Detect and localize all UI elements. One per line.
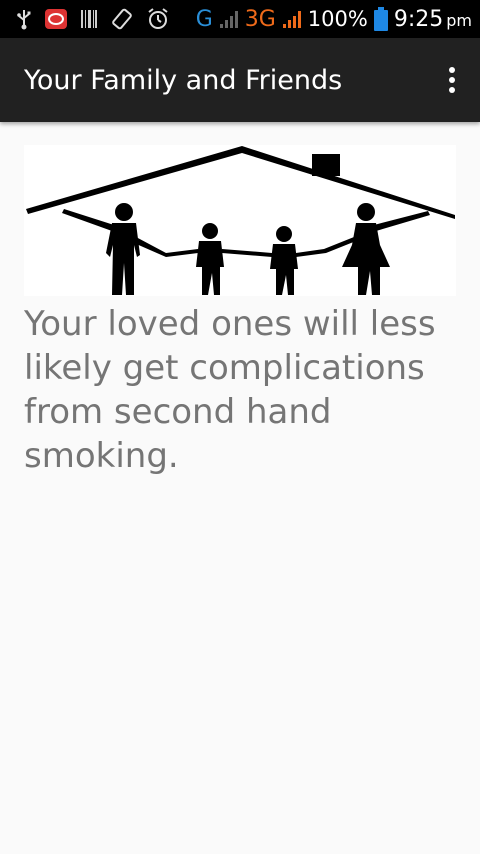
network-g-label: G [195, 6, 213, 32]
signal-icon [282, 9, 302, 29]
message-icon [44, 7, 68, 31]
barcode-icon [80, 9, 98, 29]
app-bar: Your Family and Friends [0, 38, 480, 122]
alarm-icon [146, 7, 170, 31]
network-3g-label: 3G [244, 6, 276, 32]
page-title: Your Family and Friends [24, 64, 343, 96]
usb-icon [16, 8, 32, 30]
message-text: Your loved ones will less likely get com… [24, 304, 436, 476]
family-house-illustration [26, 146, 455, 295]
clock: 9:25 pm [394, 7, 472, 32]
clock-ampm: pm [446, 10, 472, 30]
overflow-menu-button[interactable] [428, 50, 476, 110]
clock-time: 9:25 [393, 6, 444, 32]
more-vert-icon [449, 67, 455, 93]
signal-icon [219, 9, 239, 29]
rotate-icon [110, 7, 134, 31]
status-bar: G 3G 100% 9:25 pm [0, 0, 480, 38]
battery-icon [373, 7, 388, 31]
family-house-image [24, 145, 456, 296]
battery-percent: 100% [307, 7, 368, 31]
